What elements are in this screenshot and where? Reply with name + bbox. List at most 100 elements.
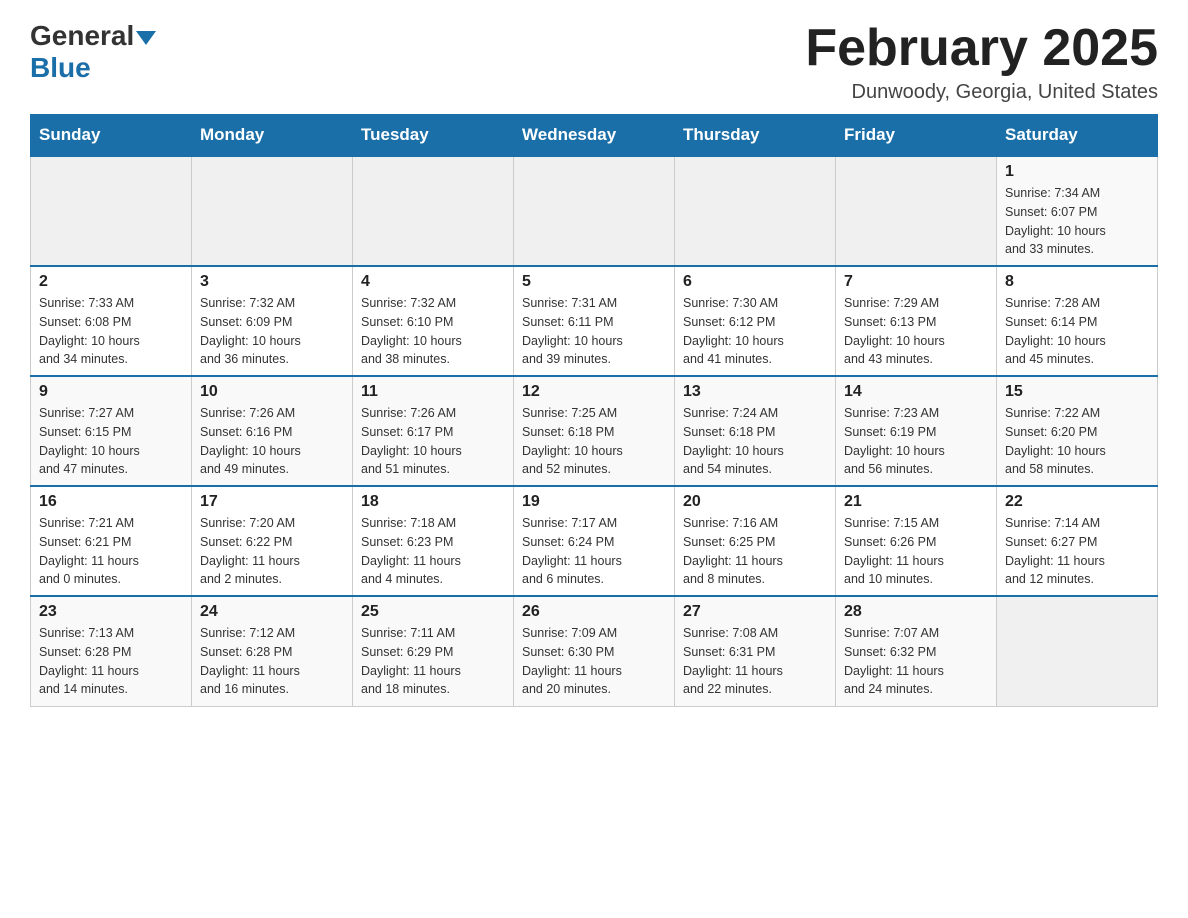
day-info: Sunrise: 7:11 AMSunset: 6:29 PMDaylight:… bbox=[361, 624, 505, 699]
calendar-cell: 23 Sunrise: 7:13 AMSunset: 6:28 PMDayligh… bbox=[31, 596, 192, 706]
week-row-5: 23 Sunrise: 7:13 AMSunset: 6:28 PMDayligh… bbox=[31, 596, 1158, 706]
calendar-cell: 4Sunrise: 7:32 AMSunset: 6:10 PMDaylight… bbox=[353, 266, 514, 376]
calendar-cell: 13 Sunrise: 7:24 AMSunset: 6:18 PMDayligh… bbox=[675, 376, 836, 486]
calendar-cell: 14 Sunrise: 7:23 AMSunset: 6:19 PMDayligh… bbox=[836, 376, 997, 486]
calendar-cell bbox=[997, 596, 1158, 706]
logo: General Blue bbox=[30, 20, 158, 84]
day-number: 24 bbox=[200, 603, 344, 621]
day-info: Sunrise: 7:32 AMSunset: 6:09 PMDaylight:… bbox=[200, 294, 344, 369]
week-row-1: 1 Sunrise: 7:34 AMSunset: 6:07 PMDaylight… bbox=[31, 156, 1158, 266]
day-number: 1 bbox=[1005, 163, 1149, 181]
calendar-cell: 16 Sunrise: 7:21 AMSunset: 6:21 PMDayligh… bbox=[31, 486, 192, 596]
logo-general-text: General bbox=[30, 20, 134, 52]
weekday-header-row: SundayMondayTuesdayWednesdayThursdayFrid… bbox=[31, 115, 1158, 157]
day-number: 3 bbox=[200, 273, 344, 291]
day-info: Sunrise: 7:16 AMSunset: 6:25 PMDaylight:… bbox=[683, 514, 827, 589]
day-info: Sunrise: 7:22 AMSunset: 6:20 PMDaylight:… bbox=[1005, 404, 1149, 479]
day-number: 27 bbox=[683, 603, 827, 621]
calendar-cell: 11 Sunrise: 7:26 AMSunset: 6:17 PMDayligh… bbox=[353, 376, 514, 486]
day-info: Sunrise: 7:13 AMSunset: 6:28 PMDaylight:… bbox=[39, 624, 183, 699]
day-info: Sunrise: 7:20 AMSunset: 6:22 PMDaylight:… bbox=[200, 514, 344, 589]
calendar-cell bbox=[514, 156, 675, 266]
calendar-cell: 10 Sunrise: 7:26 AMSunset: 6:16 PMDayligh… bbox=[192, 376, 353, 486]
calendar-cell: 26 Sunrise: 7:09 AMSunset: 6:30 PMDayligh… bbox=[514, 596, 675, 706]
calendar-cell: 8Sunrise: 7:28 AMSunset: 6:14 PMDaylight… bbox=[997, 266, 1158, 376]
calendar-cell: 15Sunrise: 7:22 AMSunset: 6:20 PMDayligh… bbox=[997, 376, 1158, 486]
calendar-cell: 18 Sunrise: 7:18 AMSunset: 6:23 PMDayligh… bbox=[353, 486, 514, 596]
day-info: Sunrise: 7:25 AMSunset: 6:18 PMDaylight:… bbox=[522, 404, 666, 479]
day-info: Sunrise: 7:23 AMSunset: 6:19 PMDaylight:… bbox=[844, 404, 988, 479]
day-info: Sunrise: 7:33 AMSunset: 6:08 PMDaylight:… bbox=[39, 294, 183, 369]
day-number: 2 bbox=[39, 273, 183, 291]
calendar-cell: 2 Sunrise: 7:33 AMSunset: 6:08 PMDaylight… bbox=[31, 266, 192, 376]
day-number: 22 bbox=[1005, 493, 1149, 511]
day-info: Sunrise: 7:26 AMSunset: 6:17 PMDaylight:… bbox=[361, 404, 505, 479]
day-info: Sunrise: 7:09 AMSunset: 6:30 PMDaylight:… bbox=[522, 624, 666, 699]
day-info: Sunrise: 7:15 AMSunset: 6:26 PMDaylight:… bbox=[844, 514, 988, 589]
weekday-header-wednesday: Wednesday bbox=[514, 115, 675, 157]
day-info: Sunrise: 7:30 AMSunset: 6:12 PMDaylight:… bbox=[683, 294, 827, 369]
calendar-cell: 22 Sunrise: 7:14 AMSunset: 6:27 PMDayligh… bbox=[997, 486, 1158, 596]
day-info: Sunrise: 7:18 AMSunset: 6:23 PMDaylight:… bbox=[361, 514, 505, 589]
day-number: 6 bbox=[683, 273, 827, 291]
day-number: 21 bbox=[844, 493, 988, 511]
month-title: February 2025 bbox=[805, 20, 1158, 77]
day-number: 28 bbox=[844, 603, 988, 621]
calendar-cell bbox=[675, 156, 836, 266]
week-row-2: 2 Sunrise: 7:33 AMSunset: 6:08 PMDaylight… bbox=[31, 266, 1158, 376]
day-number: 20 bbox=[683, 493, 827, 511]
day-info: Sunrise: 7:27 AMSunset: 6:15 PMDaylight:… bbox=[39, 404, 183, 479]
day-number: 14 bbox=[844, 383, 988, 401]
day-number: 7 bbox=[844, 273, 988, 291]
calendar-cell: 19 Sunrise: 7:17 AMSunset: 6:24 PMDayligh… bbox=[514, 486, 675, 596]
day-info: Sunrise: 7:14 AMSunset: 6:27 PMDaylight:… bbox=[1005, 514, 1149, 589]
day-info: Sunrise: 7:08 AMSunset: 6:31 PMDaylight:… bbox=[683, 624, 827, 699]
day-number: 5 bbox=[522, 273, 666, 291]
day-number: 26 bbox=[522, 603, 666, 621]
calendar-cell: 21 Sunrise: 7:15 AMSunset: 6:26 PMDayligh… bbox=[836, 486, 997, 596]
location-subtitle: Dunwoody, Georgia, United States bbox=[805, 81, 1158, 104]
day-number: 4 bbox=[361, 273, 505, 291]
weekday-header-tuesday: Tuesday bbox=[353, 115, 514, 157]
calendar-cell bbox=[192, 156, 353, 266]
day-info: Sunrise: 7:07 AMSunset: 6:32 PMDaylight:… bbox=[844, 624, 988, 699]
day-number: 23 bbox=[39, 603, 183, 621]
weekday-header-saturday: Saturday bbox=[997, 115, 1158, 157]
week-row-4: 16 Sunrise: 7:21 AMSunset: 6:21 PMDayligh… bbox=[31, 486, 1158, 596]
calendar-cell: 7 Sunrise: 7:29 AMSunset: 6:13 PMDaylight… bbox=[836, 266, 997, 376]
day-number: 18 bbox=[361, 493, 505, 511]
day-number: 11 bbox=[361, 383, 505, 401]
day-info: Sunrise: 7:31 AMSunset: 6:11 PMDaylight:… bbox=[522, 294, 666, 369]
logo-arrow-icon bbox=[136, 31, 156, 45]
calendar-cell: 5 Sunrise: 7:31 AMSunset: 6:11 PMDaylight… bbox=[514, 266, 675, 376]
calendar-cell: 17Sunrise: 7:20 AMSunset: 6:22 PMDayligh… bbox=[192, 486, 353, 596]
calendar-cell: 27 Sunrise: 7:08 AMSunset: 6:31 PMDayligh… bbox=[675, 596, 836, 706]
day-number: 19 bbox=[522, 493, 666, 511]
calendar-cell: 12Sunrise: 7:25 AMSunset: 6:18 PMDayligh… bbox=[514, 376, 675, 486]
day-info: Sunrise: 7:34 AMSunset: 6:07 PMDaylight:… bbox=[1005, 184, 1149, 259]
calendar-cell: 25 Sunrise: 7:11 AMSunset: 6:29 PMDayligh… bbox=[353, 596, 514, 706]
day-info: Sunrise: 7:24 AMSunset: 6:18 PMDaylight:… bbox=[683, 404, 827, 479]
day-number: 13 bbox=[683, 383, 827, 401]
weekday-header-thursday: Thursday bbox=[675, 115, 836, 157]
page-header: General Blue February 2025 Dunwoody, Geo… bbox=[30, 20, 1158, 104]
calendar-cell: 3 Sunrise: 7:32 AMSunset: 6:09 PMDaylight… bbox=[192, 266, 353, 376]
calendar-cell: 24 Sunrise: 7:12 AMSunset: 6:28 PMDayligh… bbox=[192, 596, 353, 706]
logo-blue-text: Blue bbox=[30, 52, 91, 84]
calendar-table: SundayMondayTuesdayWednesdayThursdayFrid… bbox=[30, 114, 1158, 707]
day-info: Sunrise: 7:26 AMSunset: 6:16 PMDaylight:… bbox=[200, 404, 344, 479]
day-number: 10 bbox=[200, 383, 344, 401]
day-info: Sunrise: 7:21 AMSunset: 6:21 PMDaylight:… bbox=[39, 514, 183, 589]
day-info: Sunrise: 7:12 AMSunset: 6:28 PMDaylight:… bbox=[200, 624, 344, 699]
day-info: Sunrise: 7:29 AMSunset: 6:13 PMDaylight:… bbox=[844, 294, 988, 369]
day-number: 25 bbox=[361, 603, 505, 621]
day-number: 16 bbox=[39, 493, 183, 511]
calendar-cell: 9 Sunrise: 7:27 AMSunset: 6:15 PMDaylight… bbox=[31, 376, 192, 486]
day-info: Sunrise: 7:17 AMSunset: 6:24 PMDaylight:… bbox=[522, 514, 666, 589]
calendar-cell: 20 Sunrise: 7:16 AMSunset: 6:25 PMDayligh… bbox=[675, 486, 836, 596]
calendar-cell: 1 Sunrise: 7:34 AMSunset: 6:07 PMDaylight… bbox=[997, 156, 1158, 266]
day-number: 9 bbox=[39, 383, 183, 401]
week-row-3: 9 Sunrise: 7:27 AMSunset: 6:15 PMDaylight… bbox=[31, 376, 1158, 486]
calendar-cell bbox=[31, 156, 192, 266]
weekday-header-friday: Friday bbox=[836, 115, 997, 157]
